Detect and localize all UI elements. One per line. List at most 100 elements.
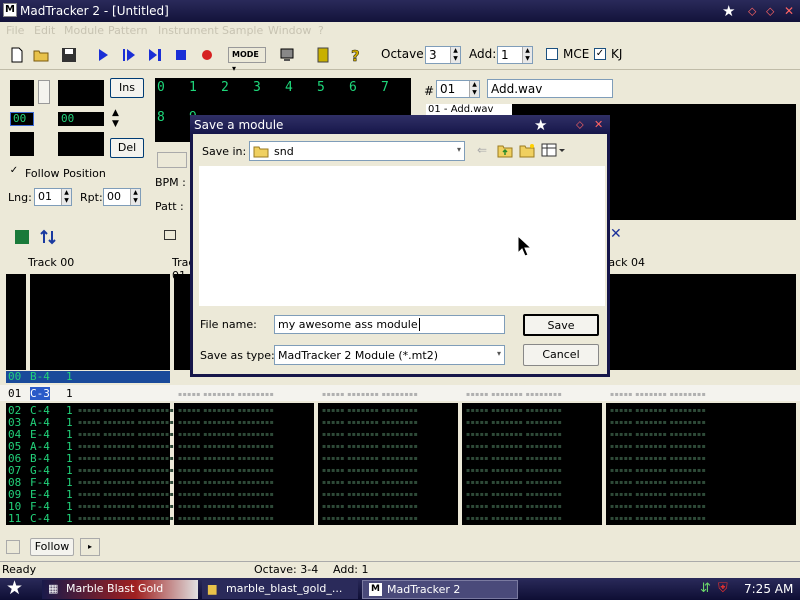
empty-cell[interactable]: ▪▪▪▪▪ ▪▪▪▪▪▪▪ ▪▪▪▪▪▪▪▪ bbox=[178, 431, 274, 438]
cancel-button[interactable]: Cancel bbox=[523, 344, 599, 366]
empty-cell[interactable]: ▪▪▪▪▪ ▪▪▪▪▪▪▪ ▪▪▪▪▪▪▪▪ bbox=[78, 419, 174, 426]
ins-button[interactable]: Ins bbox=[110, 78, 144, 98]
inst-cell[interactable]: 1 bbox=[66, 512, 73, 525]
empty-cell[interactable]: ▪▪▪▪▪ ▪▪▪▪▪▪▪ ▪▪▪▪▪▪▪▪ bbox=[178, 419, 274, 426]
mode-button[interactable]: MODE ▾ bbox=[228, 47, 266, 73]
close-icon[interactable]: ✕ bbox=[784, 4, 794, 18]
track-header[interactable]: Track 00 bbox=[28, 256, 74, 269]
pc-icon[interactable] bbox=[278, 46, 296, 64]
help-icon[interactable]: ? bbox=[346, 46, 364, 64]
empty-cell[interactable]: ▪▪▪▪▪ ▪▪▪▪▪▪▪ ▪▪▪▪▪▪▪▪ bbox=[178, 391, 274, 398]
empty-cell[interactable]: ▪▪▪▪▪ ▪▪▪▪▪▪▪ ▪▪▪▪▪▪▪▪ bbox=[610, 503, 706, 510]
octave-spinner[interactable]: 3 ▲ ▼ bbox=[425, 46, 461, 64]
kj-checkbox[interactable]: ✓ bbox=[594, 48, 606, 60]
empty-cell[interactable]: ▪▪▪▪▪ ▪▪▪▪▪▪▪ ▪▪▪▪▪▪▪▪ bbox=[178, 515, 274, 522]
new-file-icon[interactable] bbox=[8, 46, 26, 64]
empty-cell[interactable]: ▪▪▪▪▪ ▪▪▪▪▪▪▪ ▪▪▪▪▪▪▪▪ bbox=[466, 391, 562, 398]
empty-cell[interactable]: ▪▪▪▪▪ ▪▪▪▪▪▪▪ ▪▪▪▪▪▪▪▪ bbox=[466, 419, 562, 426]
empty-cell[interactable]: ▪▪▪▪▪ ▪▪▪▪▪▪▪ ▪▪▪▪▪▪▪▪ bbox=[322, 515, 418, 522]
empty-cell[interactable]: ▪▪▪▪▪ ▪▪▪▪▪▪▪ ▪▪▪▪▪▪▪▪ bbox=[78, 467, 174, 474]
record-icon[interactable] bbox=[198, 46, 216, 64]
back-icon[interactable]: ⇐ bbox=[477, 143, 487, 157]
inst-cell[interactable]: 1 bbox=[66, 370, 73, 383]
empty-cell[interactable]: ▪▪▪▪▪ ▪▪▪▪▪▪▪ ▪▪▪▪▪▪▪▪ bbox=[466, 431, 562, 438]
empty-cell[interactable]: ▪▪▪▪▪ ▪▪▪▪▪▪▪ ▪▪▪▪▪▪▪▪ bbox=[322, 391, 418, 398]
add-spinner[interactable]: 1 ▲ ▼ bbox=[497, 46, 533, 64]
empty-cell[interactable]: ▪▪▪▪▪ ▪▪▪▪▪▪▪ ▪▪▪▪▪▪▪▪ bbox=[610, 419, 706, 426]
empty-cell[interactable]: ▪▪▪▪▪ ▪▪▪▪▪▪▪ ▪▪▪▪▪▪▪▪ bbox=[322, 431, 418, 438]
hex-cell[interactable]: 7 bbox=[381, 80, 389, 95]
inst-cell[interactable]: 1 bbox=[66, 387, 73, 400]
menu-sample[interactable]: Sample bbox=[222, 24, 263, 37]
empty-cell[interactable]: ▪▪▪▪▪ ▪▪▪▪▪▪▪ ▪▪▪▪▪▪▪▪ bbox=[178, 443, 274, 450]
restore-icon[interactable]: ⬦ bbox=[576, 118, 584, 132]
empty-cell[interactable]: ▪▪▪▪▪ ▪▪▪▪▪▪▪ ▪▪▪▪▪▪▪▪ bbox=[178, 491, 274, 498]
lng-spinner[interactable]: 01 ▲ ▼ bbox=[34, 188, 72, 206]
play-pattern-icon[interactable] bbox=[120, 46, 138, 64]
empty-cell[interactable]: ▪▪▪▪▪ ▪▪▪▪▪▪▪ ▪▪▪▪▪▪▪▪ bbox=[466, 479, 562, 486]
updown-arrows-icon[interactable]: ▲ ▼ bbox=[112, 108, 126, 132]
track-header[interactable]: Track 04 bbox=[605, 256, 645, 269]
spin-arrows-icon[interactable]: ▲ ▼ bbox=[450, 47, 460, 63]
empty-cell[interactable]: ▪▪▪▪▪ ▪▪▪▪▪▪▪ ▪▪▪▪▪▪▪▪ bbox=[610, 479, 706, 486]
menu-instrument[interactable]: Instrument bbox=[158, 24, 219, 37]
hex-cell[interactable]: 1 bbox=[189, 80, 197, 95]
empty-cell[interactable]: ▪▪▪▪▪ ▪▪▪▪▪▪▪ ▪▪▪▪▪▪▪▪ bbox=[466, 491, 562, 498]
empty-cell[interactable]: ▪▪▪▪▪ ▪▪▪▪▪▪▪ ▪▪▪▪▪▪▪▪ bbox=[466, 443, 562, 450]
empty-cell[interactable]: ▪▪▪▪▪ ▪▪▪▪▪▪▪ ▪▪▪▪▪▪▪▪ bbox=[322, 503, 418, 510]
empty-cell[interactable]: ▪▪▪▪▪ ▪▪▪▪▪▪▪ ▪▪▪▪▪▪▪▪ bbox=[78, 491, 174, 498]
empty-cell[interactable]: ▪▪▪▪▪ ▪▪▪▪▪▪▪ ▪▪▪▪▪▪▪▪ bbox=[78, 431, 174, 438]
hex-cell[interactable]: 4 bbox=[285, 80, 293, 95]
play-icon[interactable] bbox=[94, 46, 112, 64]
spin-arrows-icon[interactable]: ▲ ▼ bbox=[61, 189, 71, 205]
empty-cell[interactable]: ▪▪▪▪▪ ▪▪▪▪▪▪▪ ▪▪▪▪▪▪▪▪ bbox=[78, 443, 174, 450]
close-icon[interactable]: ✕ bbox=[594, 118, 603, 131]
empty-cell[interactable]: ▪▪▪▪▪ ▪▪▪▪▪▪▪ ▪▪▪▪▪▪▪▪ bbox=[178, 407, 274, 414]
sample-number[interactable]: 00 bbox=[58, 112, 104, 126]
empty-cell[interactable]: ▪▪▪▪▪ ▪▪▪▪▪▪▪ ▪▪▪▪▪▪▪▪ bbox=[322, 443, 418, 450]
menu-window[interactable]: Window bbox=[268, 24, 311, 37]
open-folder-icon[interactable] bbox=[32, 46, 50, 64]
menu-pattern[interactable]: Pattern bbox=[108, 24, 148, 37]
empty-cell[interactable]: ▪▪▪▪▪ ▪▪▪▪▪▪▪ ▪▪▪▪▪▪▪▪ bbox=[610, 467, 706, 474]
empty-cell[interactable]: ▪▪▪▪▪ ▪▪▪▪▪▪▪ ▪▪▪▪▪▪▪▪ bbox=[78, 455, 174, 462]
maximize-icon[interactable]: ⬦ bbox=[766, 4, 774, 19]
empty-cell[interactable]: ▪▪▪▪▪ ▪▪▪▪▪▪▪ ▪▪▪▪▪▪▪▪ bbox=[610, 431, 706, 438]
tray-shield-icon[interactable]: ⛨ bbox=[718, 581, 728, 596]
play-from-icon[interactable] bbox=[146, 46, 164, 64]
file-list[interactable] bbox=[199, 166, 605, 306]
close-x-icon[interactable]: ✕ bbox=[610, 226, 622, 242]
scroll-box[interactable] bbox=[6, 540, 20, 554]
empty-cell[interactable]: ▪▪▪▪▪ ▪▪▪▪▪▪▪ ▪▪▪▪▪▪▪▪ bbox=[322, 491, 418, 498]
hex-cell[interactable]: 6 bbox=[349, 80, 357, 95]
hex-cell[interactable]: 5 bbox=[317, 80, 325, 95]
up-folder-icon[interactable] bbox=[497, 143, 513, 158]
sample-name-field[interactable]: Add.wav bbox=[487, 79, 613, 98]
empty-cell[interactable]: ▪▪▪▪▪ ▪▪▪▪▪▪▪ ▪▪▪▪▪▪▪▪ bbox=[78, 479, 174, 486]
track-column[interactable] bbox=[606, 274, 796, 370]
taskbar-item[interactable]: ▦ Marble Blast Gold bbox=[42, 580, 198, 599]
empty-cell[interactable]: ▪▪▪▪▪ ▪▪▪▪▪▪▪ ▪▪▪▪▪▪▪▪ bbox=[610, 443, 706, 450]
track-column[interactable] bbox=[30, 274, 170, 370]
save-button[interactable]: Save bbox=[523, 314, 599, 336]
empty-cell[interactable]: ▪▪▪▪▪ ▪▪▪▪▪▪▪ ▪▪▪▪▪▪▪▪ bbox=[322, 455, 418, 462]
empty-cell[interactable]: ▪▪▪▪▪ ▪▪▪▪▪▪▪ ▪▪▪▪▪▪▪▪ bbox=[610, 491, 706, 498]
hex-cell[interactable]: 8 bbox=[157, 110, 165, 125]
empty-cell[interactable]: ▪▪▪▪▪ ▪▪▪▪▪▪▪ ▪▪▪▪▪▪▪▪ bbox=[466, 515, 562, 522]
save-in-dropdown[interactable]: snd ▾ bbox=[249, 141, 465, 161]
swap-arrows-icon[interactable] bbox=[40, 229, 56, 245]
plugin-icon[interactable] bbox=[314, 46, 332, 64]
file-name-input[interactable]: my awesome ass module bbox=[274, 315, 505, 334]
taskbar-item-active[interactable]: M MadTracker 2 bbox=[362, 580, 518, 599]
empty-cell[interactable]: ▪▪▪▪▪ ▪▪▪▪▪▪▪ ▪▪▪▪▪▪▪▪ bbox=[610, 455, 706, 462]
new-folder-icon[interactable] bbox=[519, 143, 535, 158]
menu-file[interactable]: File bbox=[6, 24, 24, 37]
sample-index-spinner[interactable]: 01 ▲ ▼ bbox=[436, 80, 480, 98]
empty-cell[interactable]: ▪▪▪▪▪ ▪▪▪▪▪▪▪ ▪▪▪▪▪▪▪▪ bbox=[610, 407, 706, 414]
empty-cell[interactable]: ▪▪▪▪▪ ▪▪▪▪▪▪▪ ▪▪▪▪▪▪▪▪ bbox=[322, 479, 418, 486]
save-icon[interactable] bbox=[60, 46, 78, 64]
empty-cell[interactable]: ▪▪▪▪▪ ▪▪▪▪▪▪▪ ▪▪▪▪▪▪▪▪ bbox=[78, 407, 174, 414]
follow-position-checkbox[interactable]: ✓ bbox=[8, 166, 20, 178]
empty-cell[interactable]: ▪▪▪▪▪ ▪▪▪▪▪▪▪ ▪▪▪▪▪▪▪▪ bbox=[322, 407, 418, 414]
taskbar-item[interactable]: ▆ marble_blast_gold_... bbox=[202, 580, 358, 599]
